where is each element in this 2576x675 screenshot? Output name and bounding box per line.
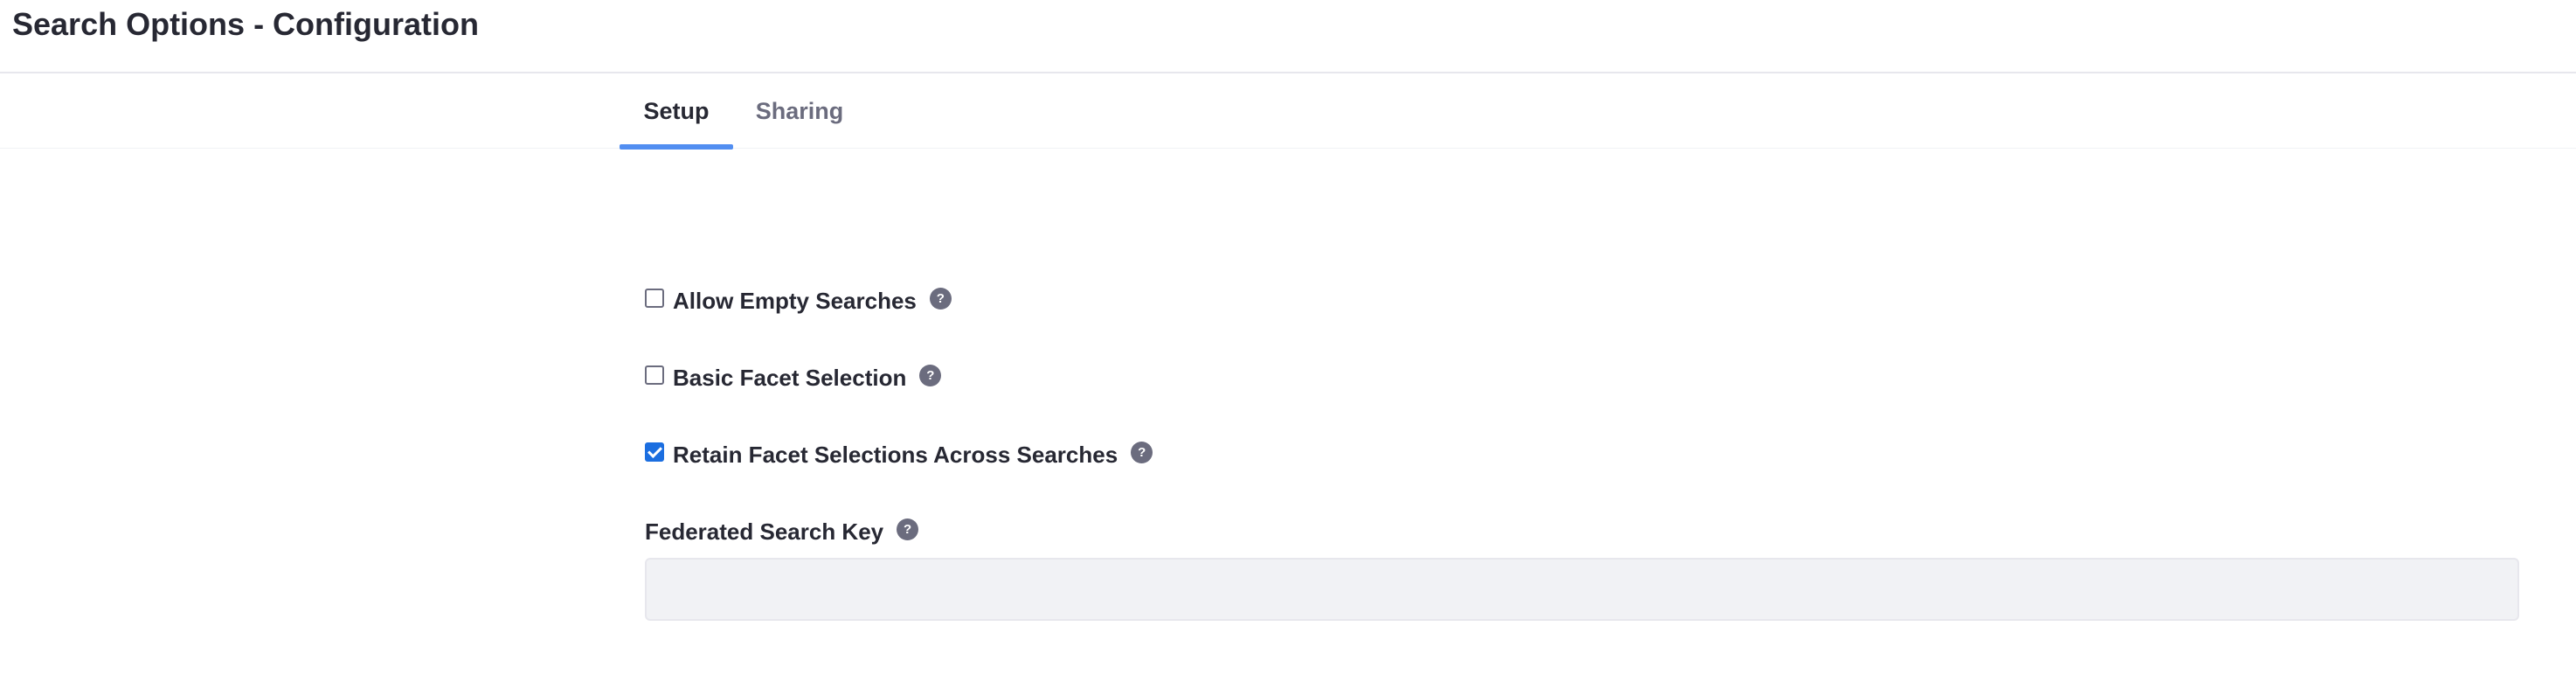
basic-facet-selection-checkbox[interactable] bbox=[645, 365, 664, 385]
allow-empty-searches-checkbox[interactable] bbox=[645, 289, 664, 308]
page-header: Search Options - Configuration bbox=[0, 0, 2576, 73]
help-question-icon[interactable]: ? bbox=[1131, 441, 1153, 463]
retain-facet-selections-label[interactable]: Retain Facet Selections Across Searches bbox=[673, 442, 1118, 469]
retain-facet-selections-field: Retain Facet Selections Across Searches … bbox=[645, 437, 1153, 472]
federated-search-key-label: Federated Search Key bbox=[645, 518, 884, 545]
basic-facet-selection-label[interactable]: Basic Facet Selection bbox=[673, 365, 906, 392]
federated-search-key-input[interactable] bbox=[645, 558, 2519, 621]
help-question-icon[interactable]: ? bbox=[929, 287, 952, 310]
allow-empty-searches-field: Allow Empty Searches ? bbox=[645, 283, 952, 318]
help-question-icon[interactable]: ? bbox=[897, 518, 919, 540]
help-question-icon[interactable]: ? bbox=[919, 364, 942, 386]
retain-facet-selections-checkbox[interactable] bbox=[645, 442, 664, 462]
page-title: Search Options - Configuration bbox=[12, 6, 480, 42]
tab-setup[interactable]: Setup bbox=[620, 73, 733, 150]
tab-bar: Setup Sharing bbox=[0, 73, 2576, 150]
tab-sharing[interactable]: Sharing bbox=[746, 73, 853, 149]
federated-search-key-label-row: Federated Search Key ? bbox=[645, 514, 919, 549]
basic-facet-selection-field: Basic Facet Selection ? bbox=[645, 360, 942, 395]
allow-empty-searches-label[interactable]: Allow Empty Searches bbox=[673, 288, 917, 315]
